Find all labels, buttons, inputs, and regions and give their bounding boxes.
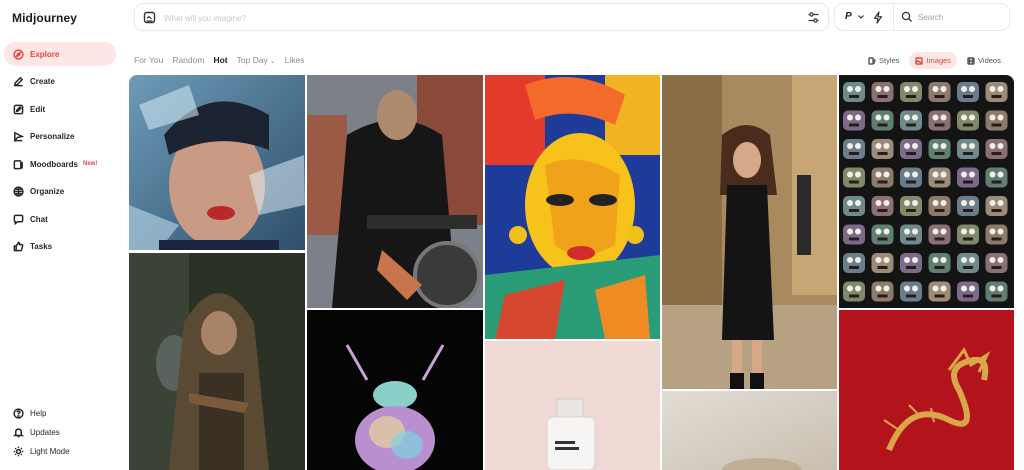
sidebar-item-label: Moodboards: [30, 159, 78, 169]
sidebar-item-personalize[interactable]: Personalize: [4, 125, 116, 149]
sidebar-item-label: Light Mode: [30, 447, 70, 456]
gallery-image[interactable]: [129, 253, 305, 470]
toolbar-divider: [893, 4, 894, 30]
chat-icon: [12, 213, 24, 225]
settings-sliders-icon[interactable]: [807, 11, 820, 24]
filter-top-day-label: Top Day: [236, 55, 268, 65]
bolt-icon[interactable]: [872, 11, 884, 24]
sidebar-item-explore[interactable]: Explore: [4, 42, 116, 66]
tab-label: Styles: [879, 56, 900, 65]
image-gallery: [129, 75, 1014, 470]
filter-random[interactable]: Random: [172, 55, 204, 65]
main-nav: Explore Create Edit Personalize Moodboar…: [4, 42, 116, 262]
sidebar-item-chat[interactable]: Chat: [4, 207, 116, 231]
sidebar-item-label: Help: [30, 409, 47, 418]
gallery-image[interactable]: [129, 75, 305, 250]
new-badge: New!: [83, 161, 98, 167]
sidebar-item-edit[interactable]: Edit: [4, 97, 116, 121]
image-prompt-icon[interactable]: [143, 11, 156, 24]
prompt-input[interactable]: [164, 10, 724, 26]
sidebar-item-label: Create: [30, 77, 55, 86]
gallery-image[interactable]: [307, 75, 483, 308]
gallery-image[interactable]: [662, 75, 837, 389]
gallery-image[interactable]: [839, 75, 1014, 308]
moodboard-icon: [12, 158, 24, 170]
edit-icon: [12, 103, 24, 115]
tab-videos[interactable]: Videos: [961, 52, 1007, 69]
sidebar: Midjourney Explore Create Edit Personali…: [0, 0, 118, 470]
chevron-down-icon: ⌄: [269, 58, 276, 65]
tab-label: Videos: [978, 56, 1001, 65]
filter-top-day[interactable]: Top Day ⌄: [237, 55, 276, 65]
sidebar-item-label: Edit: [30, 104, 46, 114]
sidebar-item-label: Tasks: [30, 242, 53, 251]
video-icon: [967, 56, 975, 65]
sidebar-item-label: Updates: [30, 428, 60, 437]
sidebar-item-create[interactable]: Create: [4, 70, 116, 94]
styles-icon: [868, 56, 876, 65]
top-tools: P Search: [834, 3, 1010, 31]
tab-styles[interactable]: Styles: [862, 52, 905, 69]
sidebar-item-tasks[interactable]: Tasks: [4, 235, 116, 259]
gallery-image[interactable]: [485, 341, 660, 470]
sidebar-item-help[interactable]: Help: [4, 404, 116, 423]
compass-icon: [12, 48, 24, 60]
tab-images[interactable]: Images: [909, 52, 958, 69]
gallery-image[interactable]: [662, 391, 837, 470]
gallery-image[interactable]: [307, 310, 483, 470]
pencil-icon: [12, 76, 24, 88]
sidebar-item-label: Personalize: [30, 132, 75, 141]
sidebar-item-label: Chat: [30, 214, 48, 224]
feed-filters: For You Random Hot Top Day ⌄ Likes: [134, 55, 305, 65]
grid-icon: [12, 186, 24, 198]
app-logo[interactable]: Midjourney: [12, 11, 77, 25]
search-field[interactable]: Search: [918, 13, 943, 22]
sidebar-item-organize[interactable]: Organize: [4, 180, 116, 204]
bell-icon: [12, 427, 24, 439]
view-tabs: Styles Images Videos: [862, 52, 1007, 69]
filter-for-you[interactable]: For You: [134, 55, 163, 65]
help-icon: [12, 408, 24, 420]
filter-likes[interactable]: Likes: [285, 55, 305, 65]
gallery-image[interactable]: [485, 75, 660, 339]
filter-hot[interactable]: Hot: [213, 55, 227, 65]
sidebar-item-updates[interactable]: Updates: [4, 423, 116, 442]
personalize-icon: [12, 131, 24, 143]
sun-icon: [12, 446, 24, 458]
prompt-bar: [134, 3, 829, 31]
gallery-image[interactable]: [839, 310, 1014, 470]
search-icon[interactable]: [901, 11, 913, 23]
tab-label: Images: [926, 56, 952, 65]
image-icon: [915, 56, 924, 65]
sidebar-item-light-mode[interactable]: Light Mode: [4, 442, 116, 461]
thumbs-up-icon: [12, 241, 24, 253]
chevron-down-icon[interactable]: [857, 13, 865, 21]
sidebar-item-label: Explore: [30, 49, 60, 59]
personalization-button[interactable]: P: [845, 11, 852, 22]
sidebar-item-label: Organize: [30, 187, 65, 196]
sidebar-item-moodboards[interactable]: Moodboards New!: [4, 152, 116, 176]
bottom-nav: Help Updates Light Mode: [4, 404, 116, 461]
